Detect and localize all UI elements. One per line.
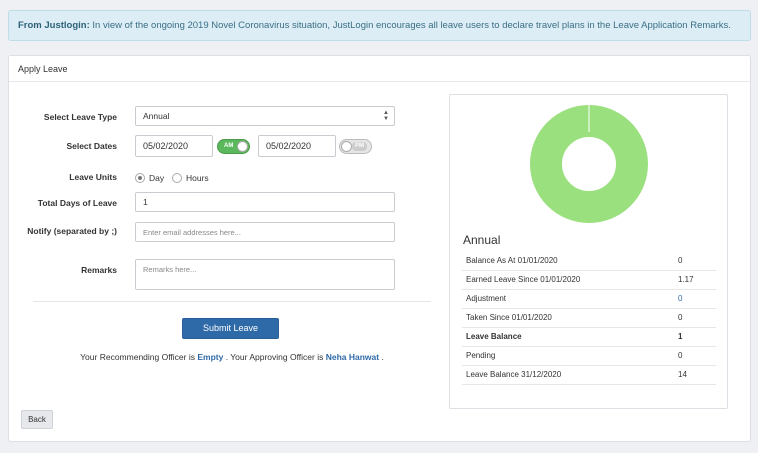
unit-hours-radio[interactable] bbox=[172, 173, 182, 183]
units-label: Leave Units bbox=[69, 172, 117, 182]
table-row: Earned Leave Since 01/01/2020 1.17 bbox=[462, 270, 716, 290]
table-row: Adjustment 0 bbox=[462, 289, 716, 309]
row-value: 0 bbox=[678, 308, 716, 328]
approving-officer-link[interactable]: Neha Hanwat bbox=[326, 352, 379, 362]
am-label: AM bbox=[224, 143, 234, 149]
toggle-knob bbox=[341, 141, 352, 152]
pm-label: PM bbox=[352, 142, 367, 151]
table-row: Taken Since 01/01/2020 0 bbox=[462, 308, 716, 328]
row-value: 1 bbox=[678, 327, 716, 347]
officer-info: Your Recommending Officer is Empty . You… bbox=[9, 352, 455, 362]
remarks-label: Remarks bbox=[81, 265, 117, 275]
officer-middle: . Your Approving Officer is bbox=[223, 352, 326, 362]
adjustment-link[interactable]: 0 bbox=[678, 289, 716, 309]
table-row: Pending 0 bbox=[462, 346, 716, 366]
row-value: 0 bbox=[678, 346, 716, 366]
table-row: Leave Balance 31/12/2020 14 bbox=[462, 365, 716, 385]
start-am-toggle[interactable]: AM bbox=[217, 139, 250, 154]
row-label: Adjustment bbox=[462, 289, 678, 309]
row-label: Balance As At 01/01/2020 bbox=[462, 251, 678, 271]
remarks-textarea[interactable]: Remarks here... bbox=[135, 259, 395, 290]
back-button[interactable]: Back bbox=[21, 410, 53, 429]
row-label: Taken Since 01/01/2020 bbox=[462, 308, 678, 328]
row-label: Earned Leave Since 01/01/2020 bbox=[462, 270, 678, 290]
row-label: Leave Balance 31/12/2020 bbox=[462, 365, 678, 385]
unit-day-radio[interactable] bbox=[135, 173, 145, 183]
leave-balance-donut-chart bbox=[530, 105, 648, 223]
end-pm-toggle[interactable]: PM bbox=[339, 139, 372, 154]
unit-day-label: Day bbox=[149, 173, 165, 183]
dates-label: Select Dates bbox=[66, 141, 117, 151]
announcement-prefix: From Justlogin: bbox=[18, 20, 90, 31]
donut-ring bbox=[530, 105, 648, 223]
row-value: 1.17 bbox=[678, 270, 716, 290]
end-date-input[interactable]: 05/02/2020 bbox=[258, 135, 336, 157]
table-row: Balance As At 01/01/2020 0 bbox=[462, 251, 716, 271]
table-row: Leave Balance 1 bbox=[462, 327, 716, 347]
row-value: 0 bbox=[678, 251, 716, 271]
panel-title: Apply Leave bbox=[9, 56, 750, 82]
divider bbox=[33, 301, 431, 302]
select-arrows-icon: ▲ ▼ bbox=[383, 110, 389, 122]
row-label: Leave Balance bbox=[462, 327, 678, 347]
recommending-officer-link[interactable]: Empty bbox=[197, 352, 223, 362]
toggle-knob bbox=[237, 141, 248, 152]
start-date-input[interactable]: 05/02/2020 bbox=[135, 135, 213, 157]
balance-table: Balance As At 01/01/2020 0 Earned Leave S… bbox=[462, 251, 716, 385]
apply-leave-panel: Apply Leave Select Leave Type Annual ▲ ▼ … bbox=[8, 55, 751, 442]
leave-type-value: Annual bbox=[143, 111, 170, 121]
submit-leave-button[interactable]: Submit Leave bbox=[182, 318, 279, 339]
officer-prefix: Your Recommending Officer is bbox=[80, 352, 198, 362]
notify-placeholder: Enter email addresses here... bbox=[143, 228, 241, 237]
row-label: Pending bbox=[462, 346, 678, 366]
total-days-input[interactable]: 1 bbox=[135, 192, 395, 212]
remarks-placeholder: Remarks here... bbox=[143, 265, 197, 274]
announcement-text: In view of the ongoing 2019 Novel Corona… bbox=[89, 20, 731, 31]
leave-summary-panel: Annual Balance As At 01/01/2020 0 Earned … bbox=[449, 94, 728, 409]
leave-type-select[interactable]: Annual ▲ ▼ bbox=[135, 106, 395, 126]
total-days-label: Total Days of Leave bbox=[37, 198, 117, 208]
announcement-banner: From Justlogin: In view of the ongoing 2… bbox=[8, 10, 751, 41]
unit-hours-label: Hours bbox=[186, 173, 209, 183]
leave-type-label: Select Leave Type bbox=[43, 112, 117, 122]
notify-input[interactable]: Enter email addresses here... bbox=[135, 222, 395, 242]
notify-label: Notify (separated by ;) bbox=[27, 226, 117, 236]
officer-suffix: . bbox=[379, 352, 384, 362]
row-value: 14 bbox=[678, 365, 716, 385]
summary-title: Annual bbox=[463, 233, 501, 247]
